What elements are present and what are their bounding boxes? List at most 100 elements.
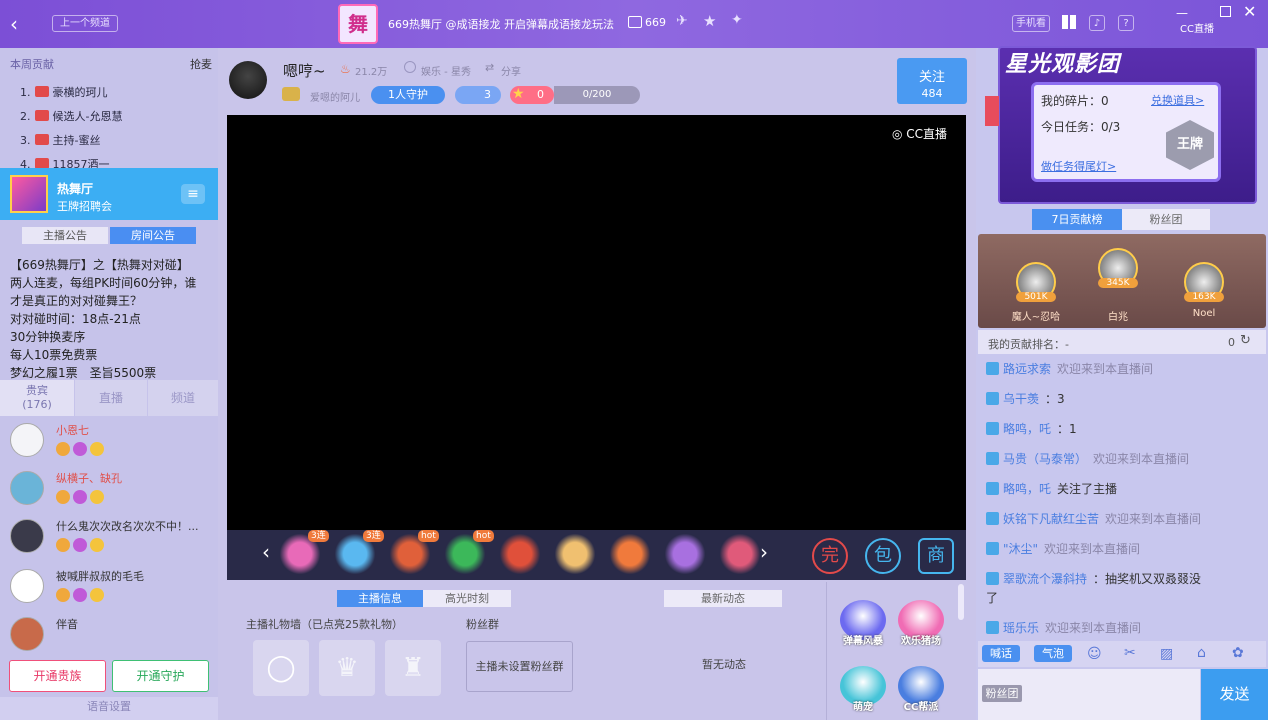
giftbox-icon[interactable]: ⌂	[1197, 645, 1206, 661]
guard-count: 1人守护	[388, 88, 428, 101]
gift-wall-item[interactable]: ♜	[385, 640, 441, 696]
rank-item[interactable]: 2. 候选人-允恩慧	[20, 108, 210, 124]
voice-settings-button[interactable]: 语音设置	[0, 697, 218, 720]
send-button[interactable]: 发送	[1201, 669, 1268, 720]
gift-item[interactable]	[665, 533, 705, 575]
tab-anchor-notice[interactable]: 主播公告	[22, 227, 108, 244]
follow-button[interactable]: 关注 484	[897, 58, 967, 104]
open-noble-button[interactable]: 开通贵族	[9, 660, 106, 692]
minimize-icon[interactable]: —	[1176, 6, 1188, 20]
chat-username[interactable]: 妖铭下凡献红尘苦	[1003, 512, 1099, 526]
tab-highlights[interactable]: 高光时刻	[423, 590, 511, 607]
refresh-icon[interactable]: ↻	[1240, 333, 1251, 348]
promo-exchange-link[interactable]: 兑换道具>	[1151, 92, 1204, 108]
rank-item[interactable]: 3. 主持-蜜丝	[20, 132, 210, 148]
chat-text: ：抽奖机又双叒叕没	[1093, 572, 1202, 586]
guard-pill[interactable]: 1人守护	[371, 86, 445, 104]
audience-avatar[interactable]	[10, 519, 44, 553]
my-rank-value: -	[1065, 338, 1069, 351]
chat-text: ：1	[1057, 422, 1077, 436]
audience-badges	[56, 588, 120, 602]
audience-tab-live[interactable]: 直播	[75, 380, 147, 416]
gift-item[interactable]	[500, 533, 540, 575]
app-label[interactable]: 弹幕风暴	[834, 632, 892, 647]
anchor-avatar[interactable]	[229, 61, 267, 99]
anchor-category[interactable]: 娱乐 - 星秀	[421, 63, 471, 78]
prev-channel-button[interactable]: 上一个频道	[52, 15, 118, 32]
gift-prev-icon[interactable]: ‹	[262, 540, 270, 564]
audience-tab-guest[interactable]: 贵宾 (176)	[0, 380, 74, 416]
gift-next-icon[interactable]: ›	[760, 540, 768, 564]
share-label[interactable]: 分享	[501, 63, 521, 78]
audience-name[interactable]: 纵横子、缺孔	[56, 470, 122, 486]
fans-pill[interactable]: 3	[455, 86, 501, 104]
fan-group-button[interactable]: 主播未设置粉丝群	[466, 641, 573, 692]
gift-item[interactable]	[610, 533, 650, 575]
bubble-button[interactable]: 气泡	[1034, 645, 1072, 662]
gift-badge: 3连	[308, 530, 329, 542]
rank-badge-icon	[34, 86, 49, 97]
bell-icon[interactable]: ♪	[1089, 15, 1105, 31]
chat-username[interactable]: 马贵（马泰常）	[1003, 452, 1087, 466]
rank-item[interactable]: 1. 豪横的珂儿	[20, 84, 210, 100]
tab-anchor-info[interactable]: 主播信息	[337, 590, 423, 607]
audience-avatar[interactable]	[10, 569, 44, 603]
gift-wall-item[interactable]: ♛	[319, 640, 375, 696]
app-label[interactable]: 欢乐猪场	[892, 632, 950, 647]
chat-username[interactable]: 略鸣，吒	[1003, 422, 1051, 436]
chat-username[interactable]: 略鸣，吒	[1003, 482, 1051, 496]
chat-username[interactable]: 瑶乐乐	[1003, 621, 1039, 635]
audience-tab-channel[interactable]: 频道	[148, 380, 218, 416]
tab-fans-group[interactable]: 粉丝团	[1122, 209, 1210, 230]
tab-7day-contrib[interactable]: 7日贡献榜	[1032, 209, 1122, 230]
star-icon[interactable]: ★	[703, 12, 716, 30]
help-button[interactable]: ?	[1118, 15, 1134, 31]
settings-icon[interactable]: ✿	[1232, 645, 1244, 661]
app-label[interactable]: CC帮派	[892, 698, 950, 713]
image-icon[interactable]: ▨	[1160, 646, 1173, 662]
app-scrollbar[interactable]	[958, 584, 964, 620]
tab-latest-news[interactable]: 最新动态	[664, 590, 782, 607]
promo-side-tab[interactable]	[985, 96, 999, 126]
grid-icon[interactable]	[1062, 15, 1076, 29]
rank-tab-week[interactable]: 本周贡献	[10, 56, 54, 72]
audience-name[interactable]: 伴音	[56, 616, 78, 632]
audience-name[interactable]: 小恩七	[56, 422, 89, 438]
shop-icon[interactable]: 商	[918, 538, 954, 574]
emoji-icon[interactable]: ☺	[1087, 646, 1102, 662]
gift-wall-item[interactable]: ◯	[253, 640, 309, 696]
audience-name[interactable]: 被喊胖叔叔的毛毛	[56, 568, 144, 584]
mobile-watch-button[interactable]: 手机看	[1012, 15, 1050, 32]
video-player[interactable]	[227, 115, 966, 530]
chat-username[interactable]: "沐尘"	[1003, 542, 1038, 556]
rank-tab-mic[interactable]: 抢麦	[190, 56, 212, 72]
chat-username[interactable]: 路远求索	[1003, 362, 1051, 376]
fan-club-button[interactable]: 粉丝团	[982, 685, 1022, 702]
maximize-icon[interactable]	[1220, 6, 1231, 17]
audience-avatar[interactable]	[10, 423, 44, 457]
gift-icon[interactable]: ✦	[731, 12, 743, 28]
bag-icon[interactable]: 包	[865, 538, 901, 574]
app-label[interactable]: 萌宠	[834, 698, 892, 713]
audience-avatar[interactable]	[10, 471, 44, 505]
share-icon[interactable]: ⇄	[485, 61, 494, 74]
scissors-icon[interactable]: ✂	[1124, 645, 1136, 661]
audience-name[interactable]: 什么鬼次次改名次次不中！...	[56, 518, 199, 534]
chat-username[interactable]: 乌干羡	[1003, 392, 1039, 406]
audience-avatar[interactable]	[10, 617, 44, 651]
open-guard-button[interactable]: 开通守护	[112, 660, 209, 692]
close-icon[interactable]: ✕	[1243, 2, 1256, 21]
tab-room-notice[interactable]: 房间公告	[110, 227, 196, 244]
menu-icon[interactable]: ≡	[181, 184, 205, 204]
gift-item[interactable]	[555, 533, 595, 575]
watermark-text: CC直播	[906, 127, 948, 141]
plane-icon[interactable]: ✈	[676, 13, 688, 29]
speak-button[interactable]: 喊话	[982, 645, 1020, 662]
gift-item[interactable]	[720, 533, 760, 575]
redpacket-icon[interactable]: 完	[812, 538, 848, 574]
chat-username[interactable]: 翠歌流个瀑斜持	[1003, 572, 1087, 586]
medal-icon	[56, 442, 70, 456]
promo-do-task-link[interactable]: 做任务得尾灯>	[1041, 158, 1116, 174]
back-icon[interactable]: ‹	[10, 12, 18, 36]
chat-input[interactable]	[1028, 672, 1198, 717]
